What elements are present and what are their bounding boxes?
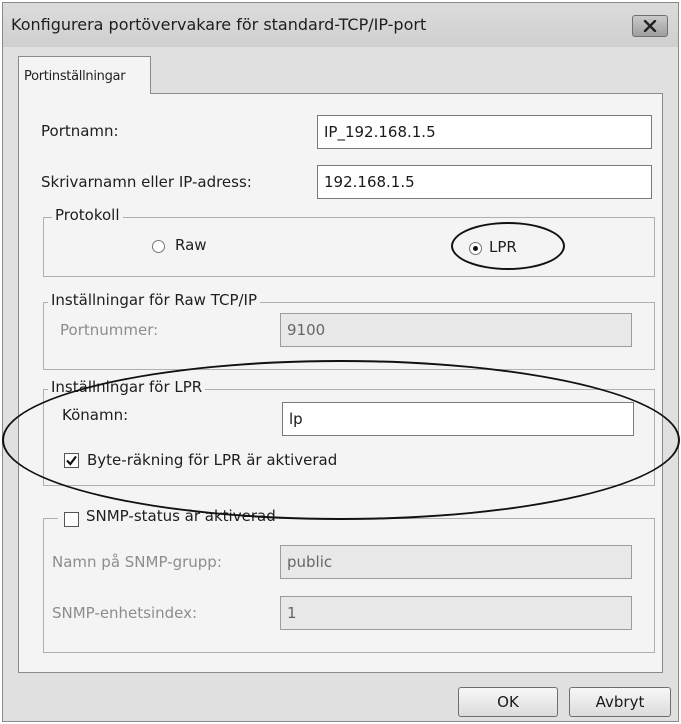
lpr-settings-group: Inställningar för LPR Könamn: lp Byte-rä… [43, 378, 655, 486]
protocol-legend: Protokoll [52, 206, 123, 224]
queue-name-input[interactable]: lp [282, 402, 634, 436]
port-number-label: Portnummer: [60, 321, 159, 339]
queue-name-label: Könamn: [62, 406, 129, 424]
printer-address-input[interactable]: 192.168.1.5 [317, 165, 652, 199]
printer-address-label: Skrivarnamn eller IP-adress: [41, 173, 252, 191]
snmp-legend: SNMP-status är aktiverad [58, 507, 279, 525]
snmp-device-index-input[interactable]: 1 [280, 596, 632, 630]
snmp-device-index-label: SNMP-enhetsindex: [52, 604, 198, 622]
raw-settings-legend: Inställningar för Raw TCP/IP [48, 291, 261, 309]
port-name-input[interactable]: IP_192.168.1.5 [317, 115, 652, 149]
tab-port-settings[interactable]: Portinställningar [18, 56, 151, 94]
window-title: Konfigurera portövervakare för standard-… [11, 15, 427, 34]
close-icon [643, 20, 657, 32]
radio-lpr[interactable] [469, 242, 482, 255]
byte-counting-label: Byte-räkning för LPR är aktiverad [87, 451, 338, 469]
radio-raw-label: Raw [175, 236, 207, 254]
protocol-group: Protokoll Raw LPR [43, 206, 655, 277]
radio-selected-dot [473, 246, 478, 251]
snmp-group: SNMP-status är aktiverad Namn på SNMP-gr… [43, 507, 655, 653]
port-name-label: Portnamn: [41, 122, 119, 140]
tab-label: Portinställningar [24, 69, 126, 84]
snmp-enabled-checkbox[interactable] [64, 512, 79, 527]
radio-lpr-label: LPR [489, 238, 517, 256]
byte-counting-checkbox[interactable] [64, 453, 79, 468]
title-bar[interactable]: Konfigurera portövervakare för standard-… [3, 3, 678, 47]
snmp-community-label: Namn på SNMP-grupp: [52, 553, 222, 571]
cancel-button[interactable]: Avbryt [569, 687, 671, 717]
dialog-window: Konfigurera portövervakare för standard-… [2, 2, 680, 722]
ok-button[interactable]: OK [458, 687, 558, 717]
snmp-community-input[interactable]: public [280, 545, 632, 579]
close-button[interactable] [632, 15, 668, 37]
tab-panel: Portnamn: IP_192.168.1.5 Skrivarnamn ell… [2, 93, 680, 673]
radio-raw[interactable] [152, 240, 165, 253]
raw-settings-group: Inställningar för Raw TCP/IP Portnummer:… [43, 291, 655, 370]
port-number-input[interactable]: 9100 [280, 313, 632, 347]
lpr-settings-legend: Inställningar för LPR [48, 378, 206, 396]
